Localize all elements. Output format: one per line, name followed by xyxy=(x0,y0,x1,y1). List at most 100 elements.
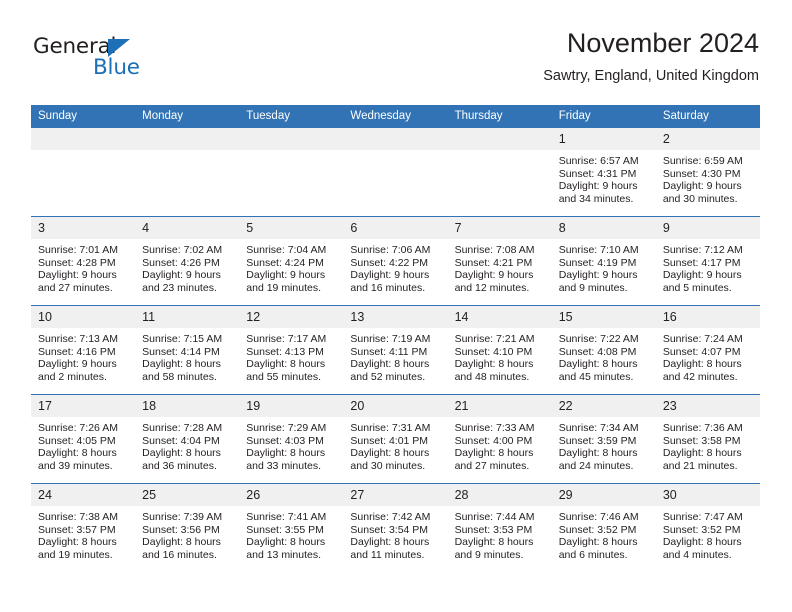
day-details: Sunrise: 7:42 AM Sunset: 3:54 PM Daylight:… xyxy=(343,506,447,561)
calendar-day-cell[interactable]: 23 Sunrise: 7:36 AM Sunset: 3:58 PM Dayligh… xyxy=(655,394,760,484)
calendar-day-cell[interactable]: 27 Sunrise: 7:42 AM Sunset: 3:54 PM Dayligh… xyxy=(343,483,448,572)
day-sunset-text: Sunset: 3:59 PM xyxy=(558,434,637,447)
day-daylight-line-text: Daylight: 8 hours xyxy=(350,536,430,549)
day-daylight-line-text: and 27 minutes. xyxy=(38,281,113,294)
calendar-day-cell[interactable]: 16 Sunrise: 7:24 AM Sunset: 4:07 PM Dayligh… xyxy=(655,305,760,395)
calendar-day-cell[interactable]: 4 Sunrise: 7:02 AM Sunset: 4:26 PM Daylight… xyxy=(135,216,240,306)
day-number xyxy=(447,128,552,150)
day-sunrise-text: Sunrise: 7:24 AM xyxy=(662,333,743,345)
day-sunset-text: Sunset: 4:08 PM xyxy=(558,345,637,358)
calendar-day-cell[interactable]: 18 Sunrise: 7:28 AM Sunset: 4:04 PM Dayligh… xyxy=(135,394,240,484)
calendar-week-row: 1 Sunrise: 6:57 AM Sunset: 4:31 PM Daylight… xyxy=(31,128,760,217)
day-number: 2 xyxy=(655,128,760,150)
calendar-day-cell[interactable]: 1 Sunrise: 6:57 AM Sunset: 4:31 PM Daylight… xyxy=(551,128,656,217)
day-number: 10 xyxy=(31,306,136,328)
day-details: Sunrise: 7:04 AM Sunset: 4:24 PM Daylight:… xyxy=(239,239,343,294)
day-details: Sunrise: 7:44 AM Sunset: 3:53 PM Daylight:… xyxy=(448,506,552,561)
logo-text-blue: Blue xyxy=(93,55,140,80)
day-daylight-line-text: and 2 minutes. xyxy=(38,370,107,383)
day-daylight-line-text: Daylight: 8 hours xyxy=(246,447,326,460)
calendar-week-row: 3 Sunrise: 7:01 AM Sunset: 4:28 PM Daylight… xyxy=(31,216,760,306)
day-sunset-text: Sunset: 4:04 PM xyxy=(142,434,220,447)
calendar-day-cell[interactable]: 10 Sunrise: 7:13 AM Sunset: 4:16 PM Dayligh… xyxy=(31,305,136,395)
day-daylight-line-text: and 16 minutes. xyxy=(350,281,426,294)
calendar-day-cell[interactable]: 9 Sunrise: 7:12 AM Sunset: 4:17 PM Daylight… xyxy=(655,216,760,306)
day-number xyxy=(343,128,448,150)
calendar-day-cell-empty xyxy=(239,128,344,217)
day-details: Sunrise: 7:13 AM Sunset: 4:16 PM Daylight:… xyxy=(31,328,135,383)
day-details: Sunrise: 7:47 AM Sunset: 3:52 PM Daylight:… xyxy=(656,506,760,561)
day-sunrise-text: Sunrise: 7:17 AM xyxy=(246,333,327,345)
day-sunrise-text: Sunrise: 7:39 AM xyxy=(142,511,223,523)
calendar-day-cell[interactable]: 22 Sunrise: 7:34 AM Sunset: 3:59 PM Dayligh… xyxy=(551,394,656,484)
day-details: Sunrise: 7:12 AM Sunset: 4:17 PM Daylight:… xyxy=(656,239,760,294)
day-daylight-line-text: and 11 minutes. xyxy=(350,548,425,561)
day-daylight-line-text: and 12 minutes. xyxy=(454,281,530,294)
calendar-day-cell[interactable]: 15 Sunrise: 7:22 AM Sunset: 4:08 PM Dayligh… xyxy=(551,305,656,395)
day-sunset-text: Sunset: 3:56 PM xyxy=(142,523,220,536)
day-sunset-text: Sunset: 3:52 PM xyxy=(558,523,637,536)
day-sunset-text: Sunset: 4:07 PM xyxy=(662,345,741,358)
day-sunrise-text: Sunrise: 7:31 AM xyxy=(350,422,431,434)
day-sunrise-text: Sunrise: 7:12 AM xyxy=(662,244,743,256)
day-details: Sunrise: 7:21 AM Sunset: 4:10 PM Daylight:… xyxy=(448,328,552,383)
day-number xyxy=(239,128,344,150)
calendar-day-cell[interactable]: 24 Sunrise: 7:38 AM Sunset: 3:57 PM Dayligh… xyxy=(31,483,136,572)
day-daylight-line-text: and 30 minutes. xyxy=(662,192,738,205)
day-daylight-line-text: and 39 minutes. xyxy=(38,459,113,472)
day-details: Sunrise: 7:36 AM Sunset: 3:58 PM Daylight:… xyxy=(656,417,760,472)
calendar-day-cell[interactable]: 29 Sunrise: 7:46 AM Sunset: 3:52 PM Dayligh… xyxy=(551,483,656,572)
calendar-day-cell[interactable]: 7 Sunrise: 7:08 AM Sunset: 4:21 PM Daylight… xyxy=(447,216,552,306)
generalblue-logo: General Blue xyxy=(33,34,263,90)
calendar-day-cell[interactable]: 19 Sunrise: 7:29 AM Sunset: 4:03 PM Dayligh… xyxy=(239,394,344,484)
day-sunrise-text: Sunrise: 7:10 AM xyxy=(558,244,639,256)
calendar-day-cell[interactable]: 25 Sunrise: 7:39 AM Sunset: 3:56 PM Dayligh… xyxy=(135,483,240,572)
day-number: 22 xyxy=(551,395,656,417)
day-sunset-text: Sunset: 4:14 PM xyxy=(142,345,220,358)
day-sunrise-text: Sunrise: 7:26 AM xyxy=(38,422,118,434)
calendar-day-cell[interactable]: 13 Sunrise: 7:19 AM Sunset: 4:11 PM Dayligh… xyxy=(343,305,448,395)
day-daylight-line-text: and 48 minutes. xyxy=(454,370,530,383)
day-details: Sunrise: 7:39 AM Sunset: 3:56 PM Daylight:… xyxy=(135,506,239,561)
day-sunrise-text: Sunrise: 6:59 AM xyxy=(662,155,743,167)
day-sunrise-text: Sunrise: 7:08 AM xyxy=(454,244,535,256)
calendar-day-cell[interactable]: 3 Sunrise: 7:01 AM Sunset: 4:28 PM Daylight… xyxy=(31,216,136,306)
calendar-day-cell[interactable]: 8 Sunrise: 7:10 AM Sunset: 4:19 PM Daylight… xyxy=(551,216,656,306)
calendar-day-cell[interactable]: 2 Sunrise: 6:59 AM Sunset: 4:30 PM Daylight… xyxy=(655,128,760,217)
day-daylight-line-text: Daylight: 9 hours xyxy=(350,269,430,282)
day-sunrise-text: Sunrise: 7:29 AM xyxy=(246,422,327,434)
day-sunrise-text: Sunrise: 7:19 AM xyxy=(350,333,431,345)
day-sunset-text: Sunset: 4:21 PM xyxy=(454,256,533,269)
day-daylight-line-text: Daylight: 9 hours xyxy=(38,269,117,282)
day-number: 17 xyxy=(31,395,136,417)
day-details: Sunrise: 7:31 AM Sunset: 4:01 PM Daylight:… xyxy=(343,417,447,472)
calendar-day-cell[interactable]: 20 Sunrise: 7:31 AM Sunset: 4:01 PM Dayligh… xyxy=(343,394,448,484)
calendar-day-cell[interactable]: 6 Sunrise: 7:06 AM Sunset: 4:22 PM Daylight… xyxy=(343,216,448,306)
calendar-day-cell[interactable]: 21 Sunrise: 7:33 AM Sunset: 4:00 PM Dayligh… xyxy=(447,394,552,484)
calendar-day-cell[interactable]: 30 Sunrise: 7:47 AM Sunset: 3:52 PM Dayligh… xyxy=(655,483,760,572)
calendar-day-cell-empty xyxy=(447,128,552,217)
day-daylight-line-text: Daylight: 8 hours xyxy=(246,536,326,549)
day-sunset-text: Sunset: 4:30 PM xyxy=(662,167,741,180)
day-sunset-text: Sunset: 4:00 PM xyxy=(454,434,533,447)
day-sunset-text: Sunset: 3:52 PM xyxy=(662,523,741,536)
calendar-week-row: 24 Sunrise: 7:38 AM Sunset: 3:57 PM Dayligh… xyxy=(31,483,760,572)
calendar-day-cell[interactable]: 5 Sunrise: 7:04 AM Sunset: 4:24 PM Daylight… xyxy=(239,216,344,306)
calendar-day-cell[interactable]: 12 Sunrise: 7:17 AM Sunset: 4:13 PM Dayligh… xyxy=(239,305,344,395)
day-daylight-line-text: and 30 minutes. xyxy=(350,459,426,472)
day-daylight-line-text: Daylight: 8 hours xyxy=(558,447,638,460)
day-sunrise-text: Sunrise: 7:34 AM xyxy=(558,422,639,434)
day-sunset-text: Sunset: 3:57 PM xyxy=(38,523,116,536)
calendar-day-cell[interactable]: 11 Sunrise: 7:15 AM Sunset: 4:14 PM Dayligh… xyxy=(135,305,240,395)
day-daylight-line-text: Daylight: 9 hours xyxy=(662,180,742,193)
day-details: Sunrise: 7:02 AM Sunset: 4:26 PM Daylight:… xyxy=(135,239,239,294)
calendar-day-cell[interactable]: 14 Sunrise: 7:21 AM Sunset: 4:10 PM Dayligh… xyxy=(447,305,552,395)
calendar-day-cell[interactable]: 28 Sunrise: 7:44 AM Sunset: 3:53 PM Dayligh… xyxy=(447,483,552,572)
day-daylight-line-text: and 4 minutes. xyxy=(662,548,732,561)
day-details: Sunrise: 7:41 AM Sunset: 3:55 PM Daylight:… xyxy=(239,506,343,561)
day-daylight-line-text: Daylight: 8 hours xyxy=(38,447,117,460)
day-daylight-line-text: and 42 minutes. xyxy=(662,370,738,383)
calendar-day-cell[interactable]: 26 Sunrise: 7:41 AM Sunset: 3:55 PM Dayligh… xyxy=(239,483,344,572)
calendar-day-cell[interactable]: 17 Sunrise: 7:26 AM Sunset: 4:05 PM Dayligh… xyxy=(31,394,136,484)
day-number: 5 xyxy=(239,217,344,239)
